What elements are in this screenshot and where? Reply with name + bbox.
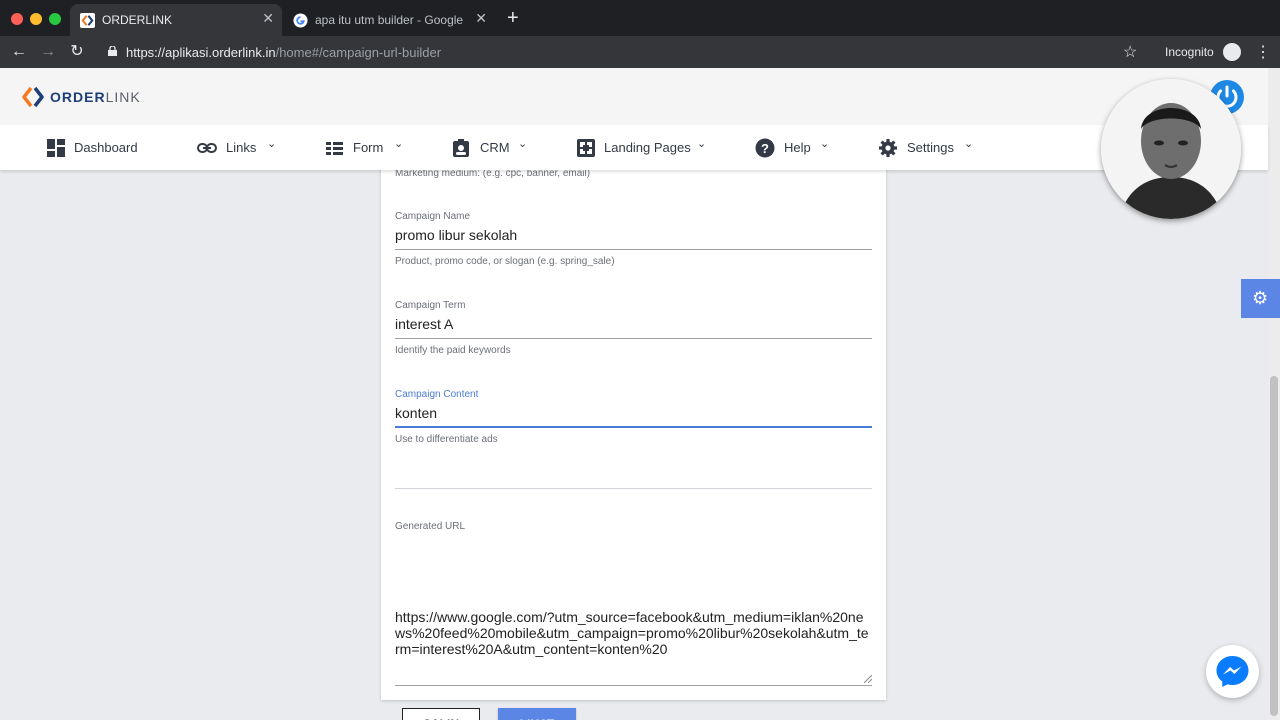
dashboard-icon [47,139,65,157]
browser-toolbar: ← → ↻ https://aplikasi.orderlink.in/home… [0,36,1280,68]
nav-item-help[interactable]: ? Help ⌄ [755,125,835,170]
chevron-down-icon: ⌄ [267,138,277,150]
webcam-overlay [1101,79,1241,219]
brand-name: ORDERLINK [50,89,141,105]
form-icon [326,142,343,155]
nav-item-label: Dashboard [74,140,138,155]
campaign-content-input[interactable]: konten [395,405,437,421]
generated-url-label: Generated URL [395,521,466,532]
chevron-down-icon: ⌄ [394,138,404,150]
chevron-down-icon: ⌄ [964,138,974,150]
messenger-icon [1216,656,1249,687]
tab-title: ORDERLINK [102,13,173,27]
campaign-name-input[interactable]: promo libur sekolah [395,227,517,243]
generated-url-underline [395,685,872,686]
page-content: ORDERLINK Dashboard Links ⌄ Form ⌄ CRM ⌄… [0,68,1280,720]
minimize-window-button[interactable] [30,13,42,25]
campaign-name-hint: Product, promo code, or slogan (e.g. spr… [395,256,615,267]
nav-item-landing-pages[interactable]: Landing Pages ⌄ [576,125,711,170]
tab-close-icon[interactable]: ✕ [262,10,274,27]
brand-name-link: LINK [105,89,141,105]
settings-panel-button[interactable]: ⚙ [1241,279,1280,318]
campaign-content-label: Campaign Content [395,389,479,400]
incognito-icon [1223,43,1241,61]
gear-icon: ⚙ [1252,288,1269,308]
view-button[interactable]: LIHAT [498,708,576,720]
nav-item-label: Help [784,140,811,155]
browser-menu-icon[interactable]: ⋮ [1255,42,1271,62]
campaign-content-hint: Use to differentiate ads [395,434,498,445]
campaign-term-underline [395,338,872,339]
resize-handle-icon[interactable] [864,675,872,683]
nav-item-crm[interactable]: CRM ⌄ [451,125,531,170]
landing-pages-icon [577,139,595,157]
campaign-term-label: Campaign Term [395,300,466,311]
google-favicon-icon [293,13,308,28]
tab-google-search[interactable]: apa itu utm builder - Google Se ✕ [283,4,495,36]
crm-icon [453,139,469,157]
forward-icon[interactable]: → [39,43,57,61]
section-divider [395,488,872,489]
campaign-name-underline [395,249,872,250]
lock-icon [108,46,117,56]
nav-item-label: CRM [480,140,510,155]
address-bar[interactable]: https://aplikasi.orderlink.in/home#/camp… [102,39,1152,65]
back-icon[interactable]: ← [10,43,28,61]
app-header: ORDERLINK [0,68,1268,125]
campaign-name-label: Campaign Name [395,211,471,222]
chevron-down-icon: ⌄ [820,138,830,150]
presenter-photo [1101,79,1241,219]
svg-text:?: ? [761,141,769,156]
orderlink-logo-icon[interactable] [22,86,44,108]
close-window-button[interactable] [11,13,23,25]
url-text: https://aplikasi.orderlink.in/home#/camp… [126,45,441,60]
orderlink-favicon-icon [80,13,95,28]
chevron-down-icon: ⌄ [697,138,707,150]
campaign-url-builder-card: Marketing medium: (e.g. cpc, banner, ema… [381,128,886,720]
copy-button[interactable]: SALIN [402,708,480,720]
tab-close-icon[interactable]: ✕ [475,10,487,27]
nav-item-label: Form [353,140,384,155]
link-icon [197,143,217,153]
zoom-window-button[interactable] [49,13,61,25]
nav-item-label: Settings [907,140,954,155]
help-icon: ? [755,138,775,158]
campaign-term-input[interactable]: interest A [395,316,453,332]
nav-item-form[interactable]: Form ⌄ [325,125,410,170]
chevron-down-icon: ⌄ [518,138,528,150]
campaign-content-underline [395,426,872,428]
scrollbar-thumb[interactable] [1270,376,1278,716]
nav-item-links[interactable]: Links ⌄ [197,125,287,170]
page-scrollbar[interactable] [1268,68,1280,720]
tab-title: apa itu utm builder - Google Se [315,13,463,27]
nav-item-settings[interactable]: Settings ⌄ [878,125,978,170]
tab-orderlink[interactable]: ORDERLINK ✕ [70,4,282,36]
browser-tab-bar: ORDERLINK ✕ apa itu utm builder - Google… [0,0,1280,36]
settings-icon [879,139,897,157]
url-host: https://aplikasi.orderlink.in [126,45,276,60]
url-path: /home#/campaign-url-builder [275,45,442,60]
incognito-label: Incognito [1165,45,1214,59]
nav-item-label: Links [226,140,257,155]
main-nav: Dashboard Links ⌄ Form ⌄ CRM ⌄ Landing P… [0,125,1268,170]
brand-name-order: ORDER [50,89,106,105]
messenger-chat-button[interactable] [1206,645,1259,698]
new-tab-icon[interactable]: + [507,8,519,28]
nav-item-label: Landing Pages [604,140,691,155]
bookmark-star-icon[interactable]: ☆ [1123,42,1137,62]
nav-item-dashboard[interactable]: Dashboard [46,125,146,170]
generated-url-textarea[interactable]: https://www.google.com/?utm_source=faceb… [395,609,872,657]
reload-icon[interactable]: ↻ [68,43,86,61]
campaign-term-hint: Identify the paid keywords [395,345,511,356]
